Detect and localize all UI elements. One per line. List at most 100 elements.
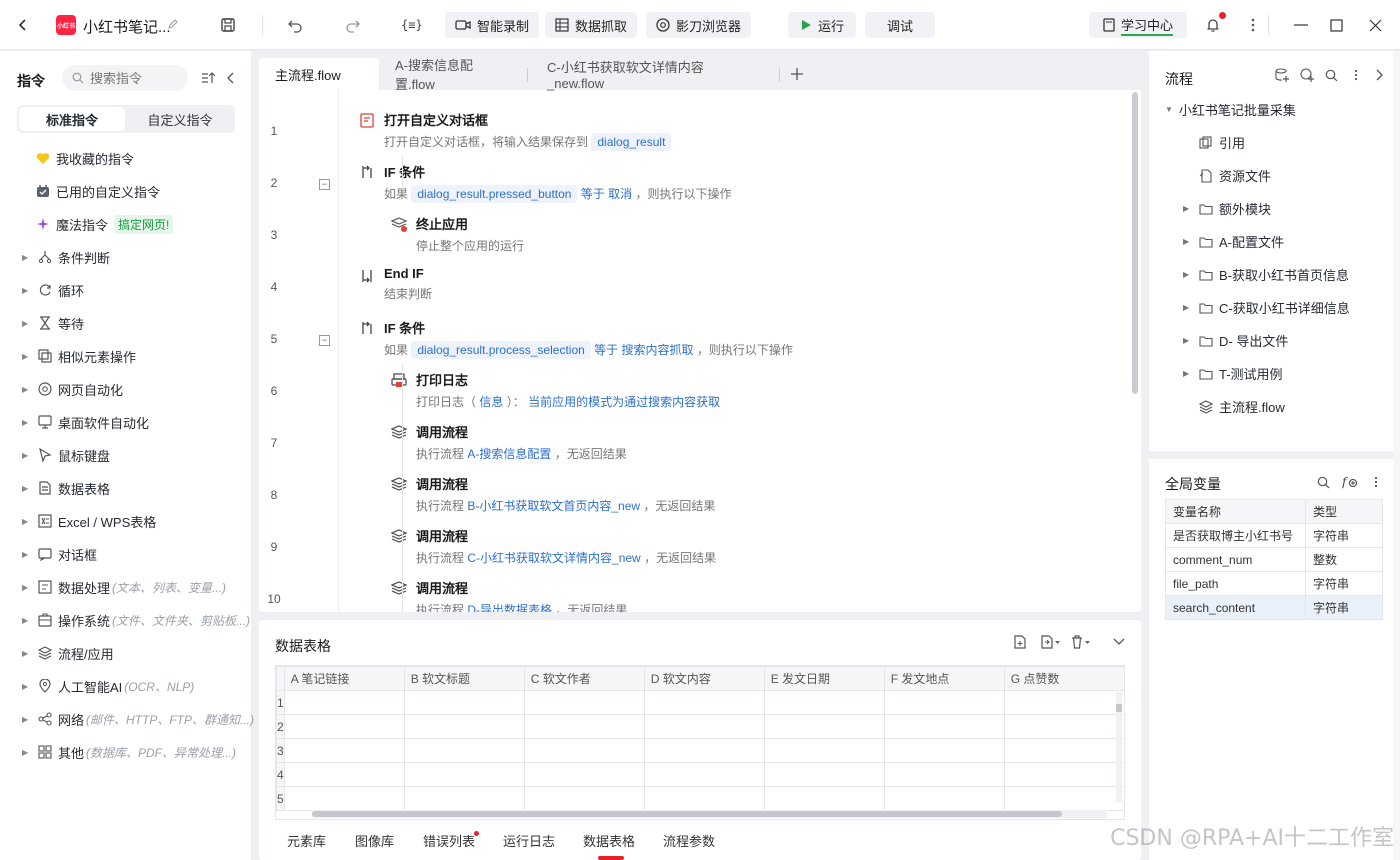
add-module-icon[interactable] (1299, 67, 1315, 83)
add-tab-icon[interactable] (789, 66, 805, 82)
grid-cell[interactable] (643, 690, 765, 715)
grid-cell[interactable] (283, 786, 405, 811)
bottom-tab[interactable]: 数据表格 (583, 831, 635, 850)
variable-chip[interactable]: dialog_result.process_selection (411, 341, 591, 359)
column-header[interactable]: A 笔记链接 (283, 666, 405, 691)
code-braces-icon[interactable]: {≡} (399, 14, 423, 36)
grid-cell[interactable] (883, 714, 1005, 739)
column-header[interactable]: B 软文标题 (403, 666, 525, 691)
grid-cell[interactable] (643, 786, 765, 811)
instruction-group[interactable]: ▶ 人工智能AI (OCR、NLP) (0, 673, 194, 699)
bottom-tab[interactable]: 运行日志 (503, 831, 555, 850)
instruction-group[interactable]: ▶ 其他 (数据库、PDF、异常处理...) (0, 739, 236, 765)
search-icon[interactable] (1323, 67, 1339, 83)
process-root[interactable]: ▼ 小红书笔记批量采集 (1165, 100, 1296, 119)
grid-cell[interactable] (1003, 714, 1124, 739)
instruction-group[interactable]: ▶ 流程/应用 (0, 640, 114, 666)
grid-cell[interactable] (643, 738, 765, 763)
magic-item[interactable]: 魔法指令 搞定网页! (36, 211, 174, 237)
variable-chip[interactable]: dialog_result.pressed_button (411, 185, 578, 203)
grid-cell[interactable] (283, 762, 405, 787)
grid-cell[interactable] (283, 690, 405, 715)
grid-cell[interactable] (403, 786, 525, 811)
back-arrow-icon[interactable] (12, 14, 34, 36)
maximize-icon[interactable] (1325, 14, 1347, 36)
grid-cell[interactable] (883, 738, 1005, 763)
grid-hscroll[interactable] (312, 810, 1107, 818)
grid-cell[interactable] (1003, 738, 1124, 763)
flow-step[interactable]: 调用流程 执行流程 A-搜索信息配置 ，无返回结果 (391, 422, 627, 462)
instruction-group[interactable]: ▶ 操作系统 (文件、文件夹、剪贴板...) (0, 607, 250, 633)
browser-button[interactable]: 影刀浏览器 (646, 12, 752, 38)
process-tree-item[interactable]: ▶ A-配置文件 (1183, 232, 1284, 251)
undo-icon[interactable] (284, 14, 306, 36)
grid-cell[interactable] (403, 762, 525, 787)
tab-main-flow[interactable]: 主流程.flow (259, 58, 379, 90)
instruction-group[interactable]: ▶ 桌面软件自动化 (0, 409, 149, 435)
process-tree-item[interactable]: ▶ 额外模块 (1183, 199, 1271, 218)
bottom-tab[interactable]: 错误列表 (423, 831, 475, 850)
grid-cell[interactable] (523, 714, 645, 739)
column-header[interactable]: C 软文作者 (523, 666, 645, 691)
bottom-tab[interactable]: 元素库 (287, 831, 326, 850)
flow-step[interactable]: IF 条件 如果 dialog_result.pressed_button 等于 … (362, 162, 732, 203)
process-tree-item[interactable]: 资源文件 (1183, 166, 1271, 185)
process-tree-item[interactable]: 主流程.flow (1183, 397, 1285, 416)
grid-cell[interactable] (1003, 762, 1124, 787)
editor-scrollbar[interactable] (1132, 92, 1138, 394)
fold-toggle[interactable]: − (319, 179, 330, 190)
instruction-group[interactable]: ▶ 网络 (邮件、HTTP、FTP、群通知...) (0, 706, 254, 732)
process-tree-item[interactable]: 引用 (1183, 133, 1245, 152)
more-vertical-icon[interactable] (1242, 14, 1264, 36)
flow-step[interactable]: End IF 结束判断 (362, 266, 432, 302)
process-tree-item[interactable]: ▶ T-测试用例 (1183, 364, 1283, 383)
flow-step[interactable]: 打印日志 打印日志（ 信息 ）： 当前应用的模式为通过搜索内容获取 (391, 370, 720, 410)
instruction-group[interactable]: ▶ 数据处理 (文本、列表、变量...) (0, 574, 226, 600)
more-vertical-icon[interactable] (1371, 474, 1381, 490)
variable-row[interactable]: 是否获取博主小红书号 字符串 (1165, 523, 1383, 548)
favorites-item[interactable]: 我收藏的指令 (36, 145, 134, 171)
column-header[interactable]: G 点赞数 (1003, 666, 1124, 691)
grid-cell[interactable] (403, 714, 525, 739)
grid-cell[interactable] (763, 714, 885, 739)
variable-row[interactable]: search_content 字符串 (1165, 595, 1383, 620)
instruction-group[interactable]: ▶ 循环 (0, 277, 84, 303)
learning-center-button[interactable]: 学习中心 (1089, 12, 1188, 38)
instruction-group[interactable]: ▶ 条件判断 (0, 244, 110, 270)
tab-c-flow[interactable]: C-小红书获取软文详情内容_new.flow (531, 58, 771, 91)
instruction-group[interactable]: ▶ 数据表格 (0, 475, 110, 501)
search-input[interactable] (90, 70, 180, 86)
grid-cell[interactable] (523, 738, 645, 763)
column-header[interactable]: F 发文地点 (883, 666, 1005, 691)
grid-cell[interactable] (883, 786, 1005, 811)
grid-cell[interactable] (523, 690, 645, 715)
delete-icon[interactable] (1069, 633, 1093, 651)
variable-chip[interactable]: dialog_result (591, 133, 672, 151)
grid-cell[interactable] (643, 762, 765, 787)
flow-step[interactable]: 打开自定义对话框 打开自定义对话框，将输入结果保存到 dialog_result (360, 110, 672, 151)
grid-cell[interactable] (403, 738, 525, 763)
sort-icon[interactable] (200, 70, 216, 86)
bottom-tab[interactable]: 流程参数 (663, 831, 715, 850)
close-icon[interactable] (1364, 14, 1386, 36)
more-vertical-icon[interactable] (1351, 67, 1361, 83)
grid-cell[interactable] (523, 762, 645, 787)
process-tree-item[interactable]: ▶ B-获取小红书首页信息 (1183, 265, 1349, 284)
grid-cell[interactable] (763, 762, 885, 787)
used-custom-item[interactable]: 已用的自定义指令 (36, 178, 160, 204)
fold-toggle[interactable]: − (319, 335, 330, 346)
instruction-group[interactable]: ▶ 鼠标键盘 (0, 442, 110, 468)
tab-custom[interactable]: 自定义指令 (127, 107, 233, 131)
tab-a-flow[interactable]: A-搜索信息配置.flow (379, 58, 519, 92)
add-sheet-icon[interactable] (1011, 633, 1029, 651)
grid-cell[interactable] (523, 786, 645, 811)
grid-cell[interactable] (1003, 690, 1124, 715)
variable-row[interactable]: file_path 字符串 (1165, 571, 1383, 596)
instruction-group[interactable]: ▶ Excel / WPS表格 (0, 508, 156, 534)
grid-cell[interactable] (403, 690, 525, 715)
add-variable-icon[interactable]: f (1341, 474, 1359, 490)
instruction-group[interactable]: ▶ 相似元素操作 (0, 343, 136, 369)
variable-row[interactable]: comment_num 整数 (1165, 547, 1383, 572)
grid-cell[interactable] (643, 714, 765, 739)
grid-cell[interactable] (763, 738, 885, 763)
